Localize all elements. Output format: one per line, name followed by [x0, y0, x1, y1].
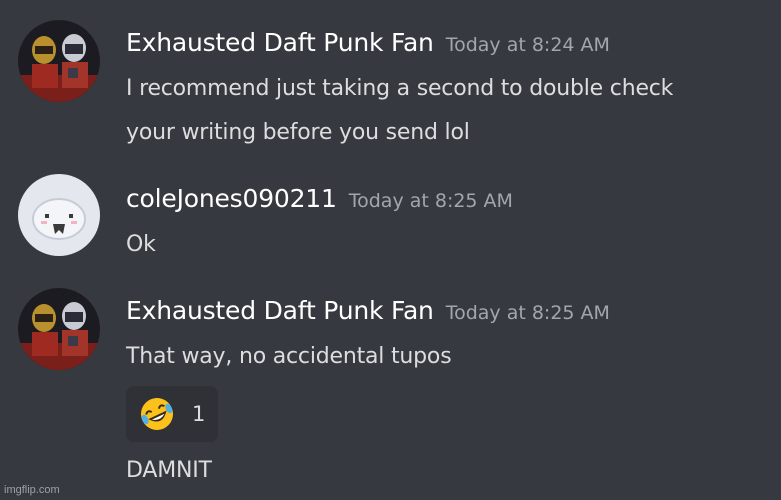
author-name[interactable]: Exhausted Daft Punk Fan [126, 28, 434, 57]
message-header: Exhausted Daft Punk Fan Today at 8:24 AM [126, 28, 610, 57]
message-text: your writing before you send lol [126, 120, 470, 145]
message-header: Exhausted Daft Punk Fan Today at 8:25 AM [126, 296, 610, 325]
avatar-daft-punk[interactable] [18, 20, 100, 102]
message-timestamp: Today at 8:25 AM [348, 190, 513, 212]
reaction-button[interactable]: 1 [126, 386, 218, 442]
watermark: imgflip.com [4, 484, 60, 496]
reaction-count: 1 [192, 402, 206, 426]
rolling-on-floor-laughing-icon [138, 395, 176, 433]
chat-message-list: Exhausted Daft Punk Fan Today at 8:24 AM … [0, 0, 781, 500]
message-text: I recommend just taking a second to doub… [126, 76, 674, 101]
message-text: DAMNIT [126, 458, 212, 483]
author-name[interactable]: Exhausted Daft Punk Fan [126, 296, 434, 325]
message-text: Ok [126, 232, 156, 257]
author-name[interactable]: coleJones090211 [126, 184, 337, 213]
message-header: coleJones090211 Today at 8:25 AM [126, 184, 513, 213]
avatar-daft-punk[interactable] [18, 288, 100, 370]
message-timestamp: Today at 8:24 AM [445, 34, 610, 56]
message-timestamp: Today at 8:25 AM [445, 302, 610, 324]
avatar-pixel-face[interactable] [18, 174, 100, 256]
message-text: That way, no accidental tupos [126, 344, 452, 369]
